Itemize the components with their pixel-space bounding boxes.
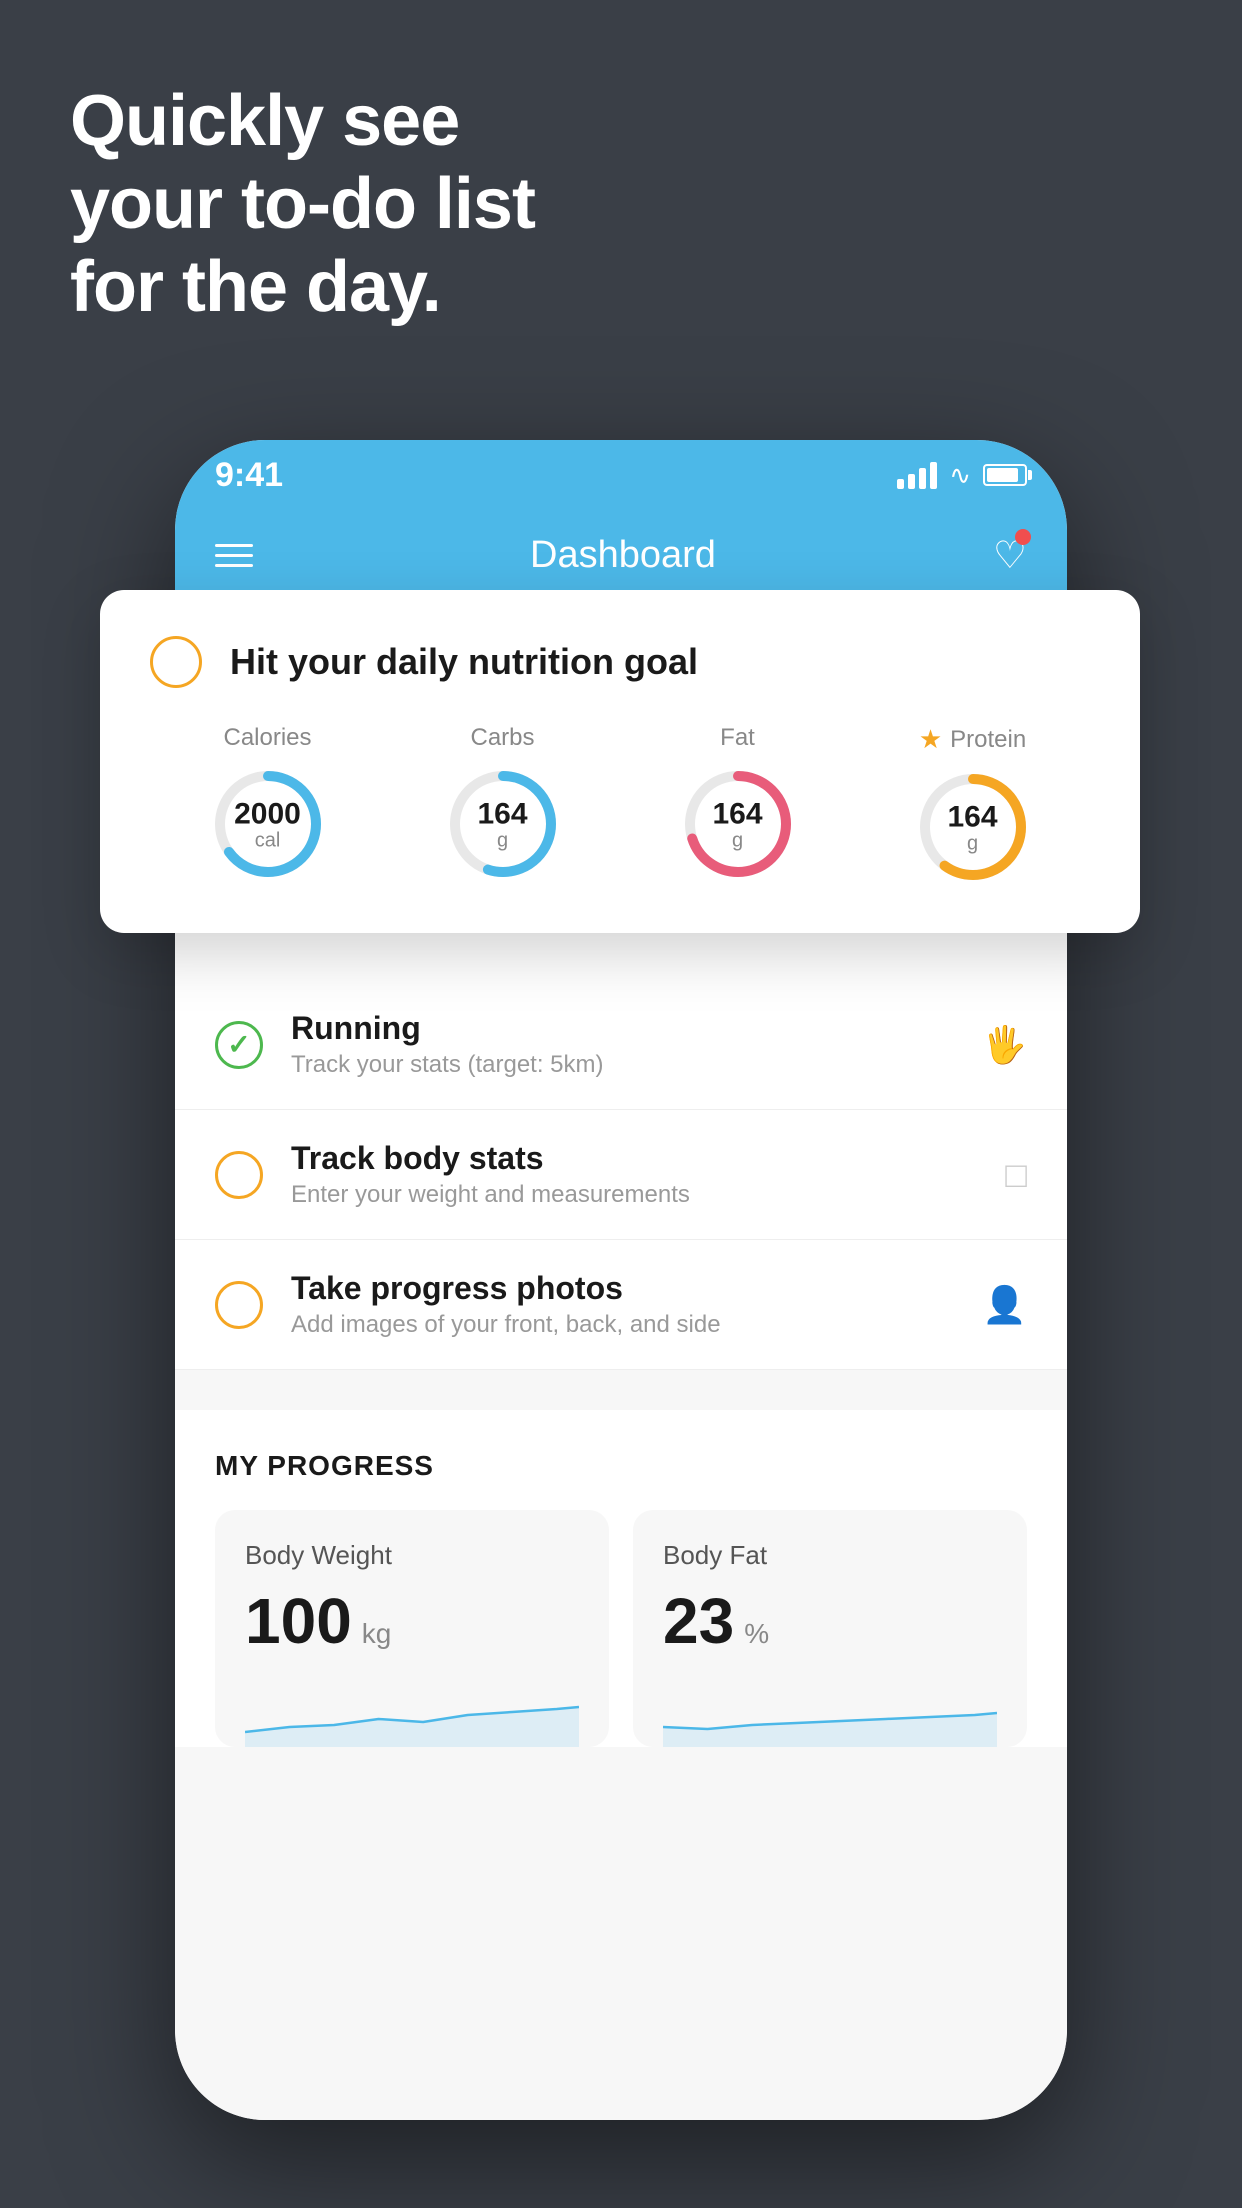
calories-donut: 2000 cal <box>208 764 328 884</box>
notification-dot <box>1015 529 1031 545</box>
body-fat-number: 23 <box>663 1589 734 1653</box>
fat-value: 164 <box>712 798 762 831</box>
calories-unit: cal <box>234 831 301 851</box>
fat-unit: g <box>712 831 762 851</box>
todo-check-running[interactable]: ✓ <box>215 1021 263 1069</box>
todo-subtitle-photos: Add images of your front, back, and side <box>291 1311 982 1339</box>
nutrition-carbs: Carbs 164 g <box>443 724 563 884</box>
carbs-value: 164 <box>477 798 527 831</box>
todo-subtitle-body-stats: Enter your weight and measurements <box>291 1181 1005 1209</box>
hero-line3: for the day. <box>70 246 535 329</box>
body-weight-card[interactable]: Body Weight 100 kg <box>215 1510 609 1747</box>
header-title: Dashboard <box>530 534 716 577</box>
menu-button[interactable] <box>215 544 253 567</box>
hero-text: Quickly see your to-do list for the day. <box>70 80 535 328</box>
running-icon: 🖐 <box>982 1024 1027 1066</box>
nutrition-card-title: Hit your daily nutrition goal <box>230 641 698 683</box>
carbs-label: Carbs <box>470 724 534 752</box>
carbs-unit: g <box>477 831 527 851</box>
todo-name-photos: Take progress photos <box>291 1270 982 1307</box>
todo-name-body-stats: Track body stats <box>291 1140 1005 1177</box>
body-weight-number: 100 <box>245 1589 352 1653</box>
progress-title: MY PROGRESS <box>215 1450 1027 1482</box>
wifi-icon: ∿ <box>949 460 971 491</box>
checkmark-icon: ✓ <box>227 1028 250 1061</box>
carbs-donut: 164 g <box>443 764 563 884</box>
star-icon: ★ <box>919 724 942 755</box>
fat-donut: 164 g <box>678 764 798 884</box>
protein-unit: g <box>947 834 997 854</box>
calories-label: Calories <box>223 724 311 752</box>
protein-value: 164 <box>947 801 997 834</box>
nutrition-card: Hit your daily nutrition goal Calories 2… <box>100 590 1140 933</box>
hero-line1: Quickly see <box>70 80 535 163</box>
nutrition-check-circle[interactable] <box>150 636 202 688</box>
status-time: 9:41 <box>215 456 283 495</box>
notification-bell[interactable]: ♡ <box>993 533 1027 578</box>
status-bar: 9:41 ∿ <box>175 440 1067 510</box>
todo-check-photos[interactable] <box>215 1281 263 1329</box>
body-fat-chart <box>663 1677 997 1747</box>
body-fat-card-title: Body Fat <box>663 1540 997 1571</box>
todo-item-body-stats[interactable]: Track body stats Enter your weight and m… <box>175 1110 1067 1240</box>
todo-text-running: Running Track your stats (target: 5km) <box>291 1010 982 1079</box>
signal-icon <box>897 461 937 489</box>
protein-donut: 164 g <box>913 767 1033 887</box>
nutrition-calories: Calories 2000 cal <box>208 724 328 884</box>
nutrition-protein: ★ Protein 164 g <box>913 724 1033 887</box>
status-icons: ∿ <box>897 460 1027 491</box>
todo-name-running: Running <box>291 1010 982 1047</box>
scale-icon: □ <box>1005 1154 1027 1196</box>
protein-label-row: ★ Protein <box>919 724 1026 755</box>
body-weight-value-row: 100 kg <box>245 1589 579 1653</box>
battery-icon <box>983 464 1027 486</box>
calories-value: 2000 <box>234 798 301 831</box>
protein-label: Protein <box>950 726 1026 754</box>
photo-icon: 👤 <box>982 1284 1027 1326</box>
nutrition-row: Calories 2000 cal Carbs <box>150 724 1090 887</box>
body-fat-unit: % <box>744 1618 769 1650</box>
todo-item-photos[interactable]: Take progress photos Add images of your … <box>175 1240 1067 1370</box>
body-weight-card-title: Body Weight <box>245 1540 579 1571</box>
body-weight-unit: kg <box>362 1618 392 1650</box>
app-header: Dashboard ♡ <box>175 510 1067 600</box>
nutrition-card-header: Hit your daily nutrition goal <box>150 636 1090 688</box>
todo-check-body-stats[interactable] <box>215 1151 263 1199</box>
todo-text-body-stats: Track body stats Enter your weight and m… <box>291 1140 1005 1209</box>
body-weight-chart <box>245 1677 579 1747</box>
progress-cards: Body Weight 100 kg Body Fat <box>215 1510 1027 1747</box>
progress-section: MY PROGRESS Body Weight 100 kg <box>175 1410 1067 1747</box>
hero-line2: your to-do list <box>70 163 535 246</box>
todo-text-photos: Take progress photos Add images of your … <box>291 1270 982 1339</box>
fat-label: Fat <box>720 724 755 752</box>
body-fat-value-row: 23 % <box>663 1589 997 1653</box>
todo-subtitle-running: Track your stats (target: 5km) <box>291 1051 982 1079</box>
nutrition-fat: Fat 164 g <box>678 724 798 884</box>
todo-item-running[interactable]: ✓ Running Track your stats (target: 5km)… <box>175 980 1067 1110</box>
body-fat-card[interactable]: Body Fat 23 % <box>633 1510 1027 1747</box>
